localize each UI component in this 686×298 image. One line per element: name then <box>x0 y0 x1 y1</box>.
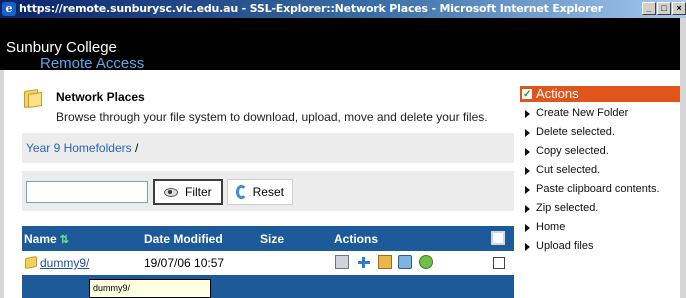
filter-bar: Filter Reset <box>22 171 514 211</box>
filter-input[interactable] <box>26 181 148 203</box>
filter-button[interactable]: Filter <box>153 179 223 205</box>
action-create-folder[interactable]: Create New Folder <box>520 104 680 123</box>
brand: Sunbury College Remote Access <box>6 40 144 72</box>
action-upload-files[interactable]: Upload files <box>520 237 680 256</box>
action-zip-selected[interactable]: Zip selected. <box>520 199 680 218</box>
page-title: Network Places <box>56 90 145 104</box>
zip-icon[interactable] <box>419 255 433 269</box>
close-button[interactable]: × <box>672 2 686 15</box>
action-home[interactable]: Home <box>520 218 680 237</box>
copy-icon[interactable] <box>335 255 349 269</box>
arrow-right-icon <box>525 129 530 137</box>
folder-icon <box>24 88 42 108</box>
file-date: 19/07/06 10:57 <box>144 256 225 270</box>
arrow-right-icon <box>525 167 530 175</box>
column-name[interactable]: Name ⇅ <box>24 232 69 246</box>
action-label: Delete selected. <box>536 126 615 138</box>
arrow-right-icon <box>525 205 530 213</box>
breadcrumb-bar: Year 9 Homefolders / <box>22 133 514 163</box>
site-header: Sunbury College Remote Access <box>0 18 686 72</box>
action-label: Copy selected. <box>536 145 609 157</box>
filter-label: Filter <box>185 185 212 199</box>
arrow-right-icon <box>525 110 530 118</box>
sort-icon[interactable]: ⇅ <box>60 233 69 246</box>
refresh-icon <box>236 185 247 199</box>
column-date-modified[interactable]: Date Modified <box>144 232 223 246</box>
page-description: Browse through your file system to downl… <box>56 110 488 124</box>
minimize-button[interactable]: _ <box>642 2 656 15</box>
move-icon[interactable] <box>357 255 371 269</box>
check-icon <box>522 87 532 103</box>
action-paste-clipboard[interactable]: Paste clipboard contents. <box>520 180 680 199</box>
actions-list: Create New Folder Delete selected. Copy … <box>520 104 680 256</box>
action-label: Zip selected. <box>536 202 599 214</box>
paste-icon[interactable] <box>378 255 392 269</box>
arrow-right-icon <box>525 224 530 232</box>
reset-button[interactable]: Reset <box>227 179 293 205</box>
column-size[interactable]: Size <box>260 232 284 246</box>
arrow-right-icon <box>525 148 530 156</box>
arrow-right-icon <box>525 243 530 251</box>
action-copy-selected[interactable]: Copy selected. <box>520 142 680 161</box>
action-label: Cut selected. <box>536 164 601 176</box>
actions-panel: Actions Create New Folder Delete selecte… <box>520 86 680 256</box>
ie-icon: e <box>2 2 16 16</box>
action-cut-selected[interactable]: Cut selected. <box>520 161 680 180</box>
brand-name: Sunbury College <box>6 39 117 56</box>
folder-icon <box>25 255 37 270</box>
breadcrumb-separator: / <box>134 141 139 155</box>
page-info: Network Places Browse through your file … <box>0 78 514 134</box>
maximize-button[interactable]: □ <box>657 2 671 15</box>
reset-label: Reset <box>252 185 284 199</box>
row-checkbox[interactable] <box>493 257 505 269</box>
column-name-label: Name <box>24 232 57 246</box>
window-controls: _ □ × <box>642 2 686 15</box>
eye-icon <box>163 187 179 197</box>
actions-title: Actions <box>536 86 579 101</box>
table-row: dummy9/ 19/07/06 10:57 <box>22 251 514 275</box>
breadcrumb: Year 9 Homefolders / <box>26 141 138 155</box>
action-label: Home <box>536 221 566 233</box>
table-header: Name ⇅ Date Modified Size Actions <box>22 226 514 251</box>
actions-panel-header: Actions <box>520 86 680 103</box>
select-all-checkbox[interactable] <box>491 231 505 245</box>
window-title-bar: e https://remote.sunburysc.vic.edu.au - … <box>0 0 686 18</box>
action-label: Upload files <box>536 240 594 252</box>
column-actions: Actions <box>334 232 379 246</box>
file-name-link[interactable]: dummy9/ <box>40 256 89 270</box>
action-delete-selected[interactable]: Delete selected. <box>520 123 680 142</box>
brand-subtitle: Remote Access <box>40 55 145 72</box>
breadcrumb-link-year9[interactable]: Year 9 Homefolders <box>26 141 132 155</box>
window-title: https://remote.sunburysc.vic.edu.au - SS… <box>19 2 603 15</box>
window-scrollbar-edge[interactable] <box>680 18 686 298</box>
action-label: Paste clipboard contents. <box>536 183 660 195</box>
tooltip: dummy9/ <box>89 279 211 298</box>
action-label: Create New Folder <box>536 107 629 119</box>
arrow-right-icon <box>525 186 530 194</box>
download-icon[interactable] <box>398 255 412 269</box>
